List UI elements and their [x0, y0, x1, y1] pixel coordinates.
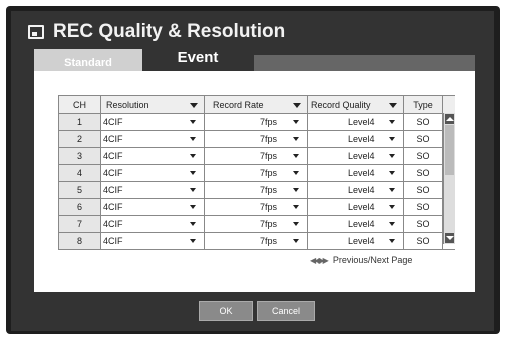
chevron-down-icon — [389, 171, 395, 175]
ok-button[interactable]: OK — [199, 301, 253, 321]
header-resolution[interactable]: Resolution — [100, 96, 205, 113]
record-quality-select[interactable]: Level4 — [308, 233, 404, 249]
resolution-select[interactable]: 4CIF — [100, 148, 205, 164]
channel-number: 3 — [58, 148, 101, 164]
header-record-quality[interactable]: Record Quality — [308, 96, 404, 113]
channel-number: 5 — [58, 182, 101, 198]
resolution-select[interactable]: 4CIF — [100, 233, 205, 249]
chevron-down-icon — [293, 120, 299, 124]
channel-table: CH Resolution Record Rate Record Quality… — [58, 95, 455, 250]
scroll-down-button[interactable] — [445, 233, 454, 243]
cancel-button[interactable]: Cancel — [257, 301, 315, 321]
chevron-down-icon — [293, 171, 299, 175]
type-value[interactable]: SO — [404, 233, 443, 249]
tab-bar-filler — [254, 55, 475, 71]
chevron-down-icon — [190, 137, 196, 141]
type-value[interactable]: SO — [404, 131, 443, 147]
chevron-down-icon — [190, 188, 196, 192]
resolution-select[interactable]: 4CIF — [100, 216, 205, 232]
scrollbar[interactable] — [443, 113, 455, 244]
table-row: 1 4CIF 7fps Level4 SO — [58, 114, 455, 131]
channel-number: 2 — [58, 131, 101, 147]
chevron-down-icon — [389, 102, 397, 108]
chevron-down-icon — [190, 120, 196, 124]
chevron-down-icon — [389, 239, 395, 243]
record-quality-select[interactable]: Level4 — [308, 199, 404, 215]
record-quality-select[interactable]: Level4 — [308, 182, 404, 198]
type-value[interactable]: SO — [404, 114, 443, 130]
chevron-down-icon — [293, 188, 299, 192]
chevron-down-icon — [190, 239, 196, 243]
resolution-select[interactable]: 4CIF — [100, 199, 205, 215]
table-row: 6 4CIF 7fps Level4 SO — [58, 199, 455, 216]
chevron-down-icon — [389, 222, 395, 226]
pager-label: Previous/Next Page — [332, 255, 413, 265]
table-row: 4 4CIF 7fps Level4 SO — [58, 165, 455, 182]
table-row: 7 4CIF 7fps Level4 SO — [58, 216, 455, 233]
chevron-down-icon — [293, 102, 301, 108]
type-value[interactable]: SO — [404, 216, 443, 232]
table-row: 3 4CIF 7fps Level4 SO — [58, 148, 455, 165]
chevron-down-icon — [389, 120, 395, 124]
record-rate-select[interactable]: 7fps — [205, 233, 308, 249]
page-navigation[interactable]: ◀◀ ▶▶ Previous/Next Page — [310, 255, 412, 265]
screen-icon — [28, 25, 44, 39]
record-quality-select[interactable]: Level4 — [308, 165, 404, 181]
resolution-select[interactable]: 4CIF — [100, 131, 205, 147]
channel-number: 4 — [58, 165, 101, 181]
table-row: 2 4CIF 7fps Level4 SO — [58, 131, 455, 148]
chevron-down-icon — [190, 171, 196, 175]
table-header-row: CH Resolution Record Rate Record Quality… — [58, 95, 455, 114]
resolution-select[interactable]: 4CIF — [100, 114, 205, 130]
chevron-down-icon — [190, 102, 198, 108]
chevron-down-icon — [389, 137, 395, 141]
table-row: 8 4CIF 7fps Level4 SO — [58, 233, 455, 250]
scroll-thumb[interactable] — [445, 125, 454, 175]
type-value[interactable]: SO — [404, 148, 443, 164]
type-value[interactable]: SO — [404, 182, 443, 198]
header-ch: CH — [58, 96, 101, 113]
record-quality-select[interactable]: Level4 — [308, 148, 404, 164]
type-value[interactable]: SO — [404, 165, 443, 181]
resolution-select[interactable]: 4CIF — [100, 165, 205, 181]
chevron-down-icon — [293, 205, 299, 209]
chevron-down-icon — [293, 222, 299, 226]
chevron-down-icon — [389, 188, 395, 192]
record-rate-select[interactable]: 7fps — [205, 182, 308, 198]
scroll-up-button[interactable] — [445, 114, 454, 124]
record-rate-select[interactable]: 7fps — [205, 114, 308, 130]
record-rate-select[interactable]: 7fps — [205, 148, 308, 164]
chevron-down-icon — [190, 222, 196, 226]
record-rate-select[interactable]: 7fps — [205, 165, 308, 181]
chevron-down-icon — [293, 137, 299, 141]
tab-standard[interactable]: Standard — [34, 49, 142, 71]
double-chevron-icon: ◀◀ ▶▶ — [310, 255, 329, 265]
channel-number: 7 — [58, 216, 101, 232]
record-rate-select[interactable]: 7fps — [205, 216, 308, 232]
record-rate-select[interactable]: 7fps — [205, 199, 308, 215]
chevron-down-icon — [293, 154, 299, 158]
dialog-title: REC Quality & Resolution — [53, 21, 286, 42]
chevron-down-icon — [389, 154, 395, 158]
channel-number: 6 — [58, 199, 101, 215]
record-quality-select[interactable]: Level4 — [308, 131, 404, 147]
tab-bar: Standard Event — [34, 49, 475, 71]
chevron-down-icon — [293, 239, 299, 243]
resolution-select[interactable]: 4CIF — [100, 182, 205, 198]
chevron-down-icon — [190, 154, 196, 158]
record-rate-select[interactable]: 7fps — [205, 131, 308, 147]
record-quality-select[interactable]: Level4 — [308, 114, 404, 130]
type-value[interactable]: SO — [404, 199, 443, 215]
channel-number: 8 — [58, 233, 101, 249]
channel-number: 1 — [58, 114, 101, 130]
tab-event[interactable]: Event — [144, 49, 252, 71]
chevron-down-icon — [389, 205, 395, 209]
chevron-down-icon — [190, 205, 196, 209]
table-row: 5 4CIF 7fps Level4 SO — [58, 182, 455, 199]
header-record-rate[interactable]: Record Rate — [205, 96, 308, 113]
dialog-title-bar: REC Quality & Resolution — [28, 18, 285, 46]
record-quality-select[interactable]: Level4 — [308, 216, 404, 232]
header-type: Type — [404, 96, 443, 113]
